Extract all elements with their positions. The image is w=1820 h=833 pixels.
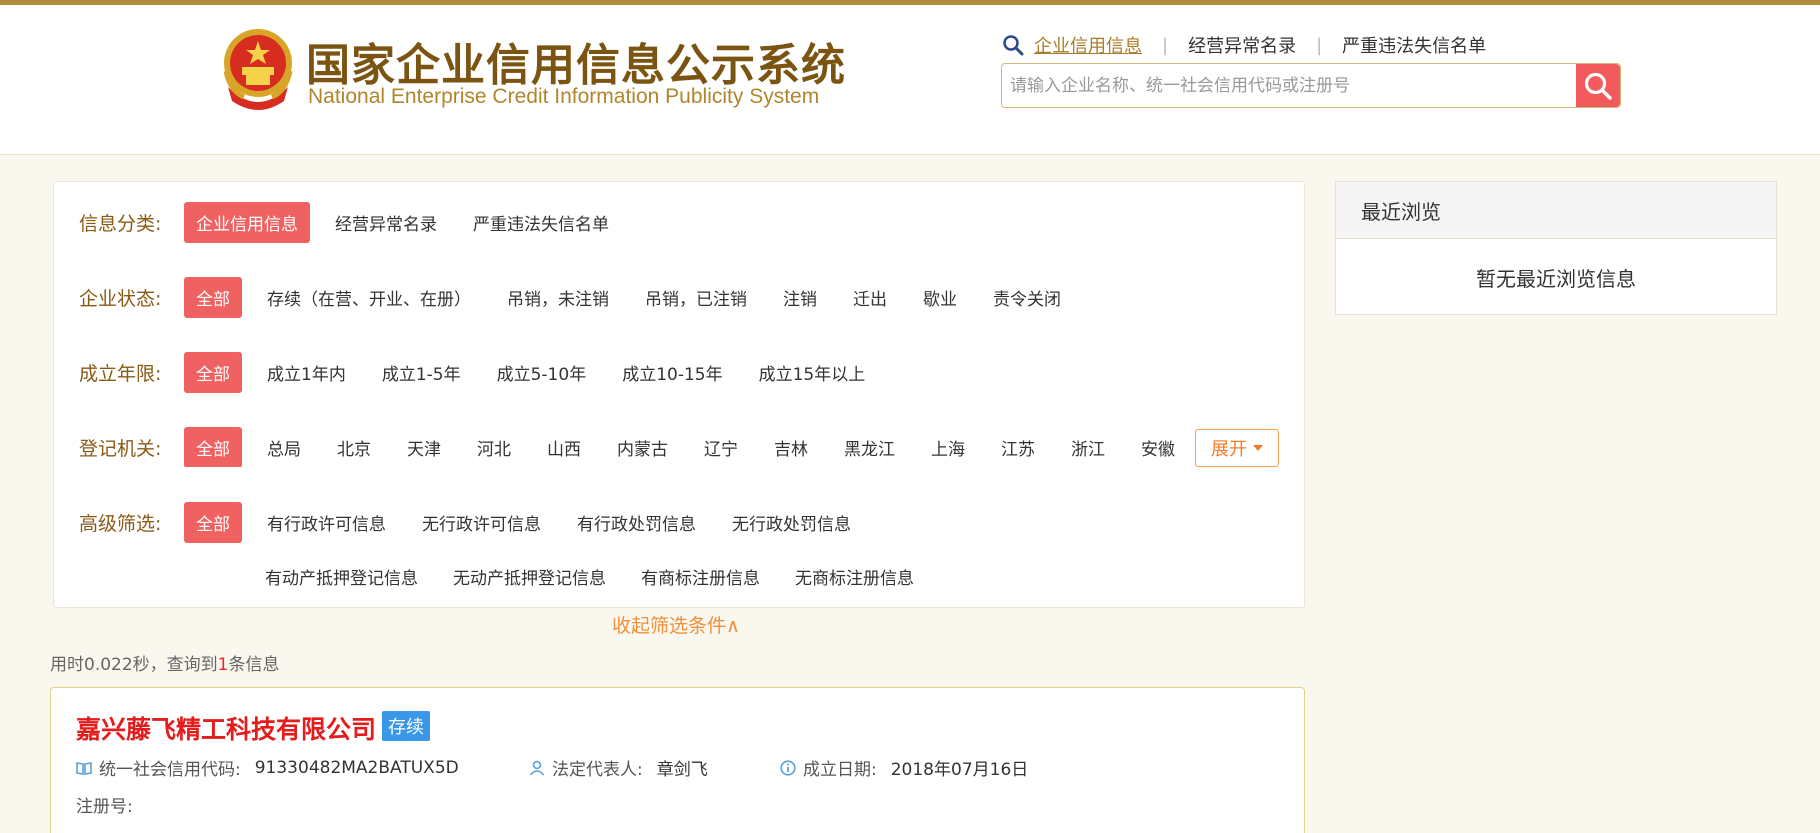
filter-option-all[interactable]: 全部 <box>184 352 242 393</box>
filter-option-authority-hq[interactable]: 总局 <box>267 429 301 466</box>
search-icon <box>1584 72 1612 100</box>
credit-code-label: 统一社会信用代码: <box>99 760 241 780</box>
filter-option-authority-inner-mongolia[interactable]: 内蒙古 <box>617 429 668 466</box>
filter-option-status-deregistered[interactable]: 注销 <box>783 279 817 316</box>
filter-option-no-trademark[interactable]: 无商标注册信息 <box>795 558 914 595</box>
filter-option-years-1[interactable]: 成立1年内 <box>267 354 346 391</box>
user-icon <box>529 760 545 776</box>
filter-row-authority: 登记机关: 全部 总局 北京 天津 河北 山西 内蒙古 辽宁 吉林 黑龙江 上海… <box>79 427 1211 467</box>
topnav-credit-info[interactable]: 企业信用信息 <box>1034 32 1142 58</box>
filter-option-authority-shanxi[interactable]: 山西 <box>547 429 581 466</box>
filter-option-all[interactable]: 全部 <box>184 427 242 467</box>
recent-views-panel: 最近浏览 暂无最近浏览信息 <box>1335 181 1777 315</box>
filter-option-status-revoked-registered[interactable]: 吊销，已注销 <box>645 279 747 316</box>
search-button[interactable] <box>1576 64 1620 107</box>
filter-option-status-moved-out[interactable]: 迁出 <box>853 279 887 316</box>
filter-option-years-15-plus[interactable]: 成立15年以上 <box>759 354 866 391</box>
filter-option-authority-jiangsu[interactable]: 江苏 <box>1001 429 1035 466</box>
filter-option-no-mortgage[interactable]: 无动产抵押登记信息 <box>453 558 606 595</box>
filter-label-category: 信息分类: <box>79 213 162 235</box>
filter-row-category: 信息分类: 企业信用信息 经营异常名录 严重违法失信名单 <box>79 202 645 243</box>
site-title-cn: 国家企业信用信息公示系统 <box>306 40 846 91</box>
filter-option-has-penalty[interactable]: 有行政处罚信息 <box>577 504 696 541</box>
search-icon <box>1003 35 1024 56</box>
site-title-en: National Enterprise Credit Information P… <box>308 85 820 108</box>
expand-authority-button[interactable]: 展开 <box>1195 429 1279 467</box>
filter-option-authority-zhejiang[interactable]: 浙江 <box>1071 429 1105 466</box>
topnav-abnormal-list[interactable]: 经营异常名录 <box>1188 32 1296 58</box>
recent-views-empty: 暂无最近浏览信息 <box>1476 266 1636 291</box>
legal-rep-label: 法定代表人: <box>552 760 643 780</box>
founded-date-label: 成立日期: <box>803 760 877 780</box>
site-header: 国家企业信用信息公示系统 National Enterprise Credit … <box>0 5 1820 155</box>
filter-panel: 信息分类: 企业信用信息 经营异常名录 严重违法失信名单 企业状态: 全部 存续… <box>53 181 1305 608</box>
legal-rep-field: 法定代表人: 章剑飞 <box>529 755 708 780</box>
filter-option-credit-info[interactable]: 企业信用信息 <box>184 202 310 243</box>
filter-row-advanced: 高级筛选: 全部 有行政许可信息 无行政许可信息 有行政处罚信息 无行政处罚信息 <box>79 502 887 543</box>
filter-option-has-license[interactable]: 有行政许可信息 <box>267 504 386 541</box>
filter-option-years-10-15[interactable]: 成立10-15年 <box>622 354 722 391</box>
topnav-separator: | <box>1162 34 1169 56</box>
filter-option-authority-shanghai[interactable]: 上海 <box>931 429 965 466</box>
search-bar <box>1001 63 1621 108</box>
filter-option-authority-heilongjiang[interactable]: 黑龙江 <box>844 429 895 466</box>
filter-option-all[interactable]: 全部 <box>184 277 242 318</box>
filter-option-status-active[interactable]: 存续（在营、开业、在册） <box>267 279 471 316</box>
filter-option-has-mortgage[interactable]: 有动产抵押登记信息 <box>265 558 418 595</box>
search-input[interactable] <box>1002 64 1576 107</box>
filter-option-authority-hebei[interactable]: 河北 <box>477 429 511 466</box>
registration-number-label: 注册号: <box>76 797 133 817</box>
filter-option-abnormal-list[interactable]: 经营异常名录 <box>335 204 437 241</box>
filter-row-advanced-line2: 有动产抵押登记信息 无动产抵押登记信息 有商标注册信息 无商标注册信息 <box>265 558 949 595</box>
filter-option-authority-liaoning[interactable]: 辽宁 <box>704 429 738 466</box>
filter-option-years-5-10[interactable]: 成立5-10年 <box>497 354 587 391</box>
filter-option-no-penalty[interactable]: 无行政处罚信息 <box>732 504 851 541</box>
topnav-blacklist[interactable]: 严重违法失信名单 <box>1342 32 1486 58</box>
national-emblem-icon <box>223 29 293 110</box>
filter-label-years: 成立年限: <box>79 363 162 385</box>
result-count-suffix: 条信息 <box>228 655 280 675</box>
filter-option-years-1-5[interactable]: 成立1-5年 <box>382 354 461 391</box>
filter-option-authority-jilin[interactable]: 吉林 <box>774 429 808 466</box>
result-time: 用时0.022秒，查询到 <box>50 655 218 675</box>
filter-option-blacklist[interactable]: 严重违法失信名单 <box>473 204 609 241</box>
filter-row-years: 成立年限: 全部 成立1年内 成立1-5年 成立5-10年 成立10-15年 成… <box>79 352 901 393</box>
book-icon <box>76 761 92 775</box>
collapse-filters-link[interactable]: 收起筛选条件∧ <box>612 611 740 638</box>
filter-option-has-trademark[interactable]: 有商标注册信息 <box>641 558 760 595</box>
company-name-link[interactable]: 嘉兴藤飞精工科技有限公司 <box>76 710 376 746</box>
filter-row-authority-clip: 登记机关: 全部 总局 北京 天津 河北 山西 内蒙古 辽宁 吉林 黑龙江 上海… <box>79 427 1264 467</box>
filter-label-advanced: 高级筛选: <box>79 513 162 535</box>
legal-rep-value: 章剑飞 <box>656 760 708 780</box>
credit-code-field: 统一社会信用代码: 91330482MA2BATUX5D <box>76 755 459 780</box>
topnav-separator: | <box>1316 34 1323 56</box>
recent-views-title: 最近浏览 <box>1336 182 1776 239</box>
filter-option-no-license[interactable]: 无行政许可信息 <box>422 504 541 541</box>
founded-date-value: 2018年07月16日 <box>890 760 1029 780</box>
result-summary: 用时0.022秒，查询到1条信息 <box>50 650 280 675</box>
result-card[interactable]: 嘉兴藤飞精工科技有限公司 存续 统一社会信用代码: 91330482MA2BAT… <box>50 687 1305 833</box>
info-icon <box>780 759 796 776</box>
caret-down-icon <box>1253 445 1263 451</box>
filter-option-authority-beijing[interactable]: 北京 <box>337 429 371 466</box>
expand-label: 展开 <box>1211 439 1247 460</box>
filter-label-authority: 登记机关: <box>79 438 162 460</box>
filter-option-authority-anhui[interactable]: 安徽 <box>1141 429 1175 466</box>
filter-option-authority-tianjin[interactable]: 天津 <box>407 429 441 466</box>
founded-date-field: 成立日期: 2018年07月16日 <box>780 755 1028 780</box>
filter-option-status-ordered-closed[interactable]: 责令关闭 <box>993 279 1061 316</box>
credit-code-value: 91330482MA2BATUX5D <box>254 757 459 778</box>
filter-row-status: 企业状态: 全部 存续（在营、开业、在册） 吊销，未注销 吊销，已注销 注销 迁… <box>79 277 1097 318</box>
top-nav: 企业信用信息 | 经营异常名录 | 严重违法失信名单 <box>1002 33 1486 57</box>
filter-label-status: 企业状态: <box>79 288 162 310</box>
filter-option-status-suspended[interactable]: 歇业 <box>923 279 957 316</box>
result-count: 1 <box>217 655 229 675</box>
filter-option-all[interactable]: 全部 <box>184 502 242 543</box>
status-badge: 存续 <box>382 711 430 741</box>
filter-option-status-revoked-unregistered[interactable]: 吊销，未注销 <box>507 279 609 316</box>
